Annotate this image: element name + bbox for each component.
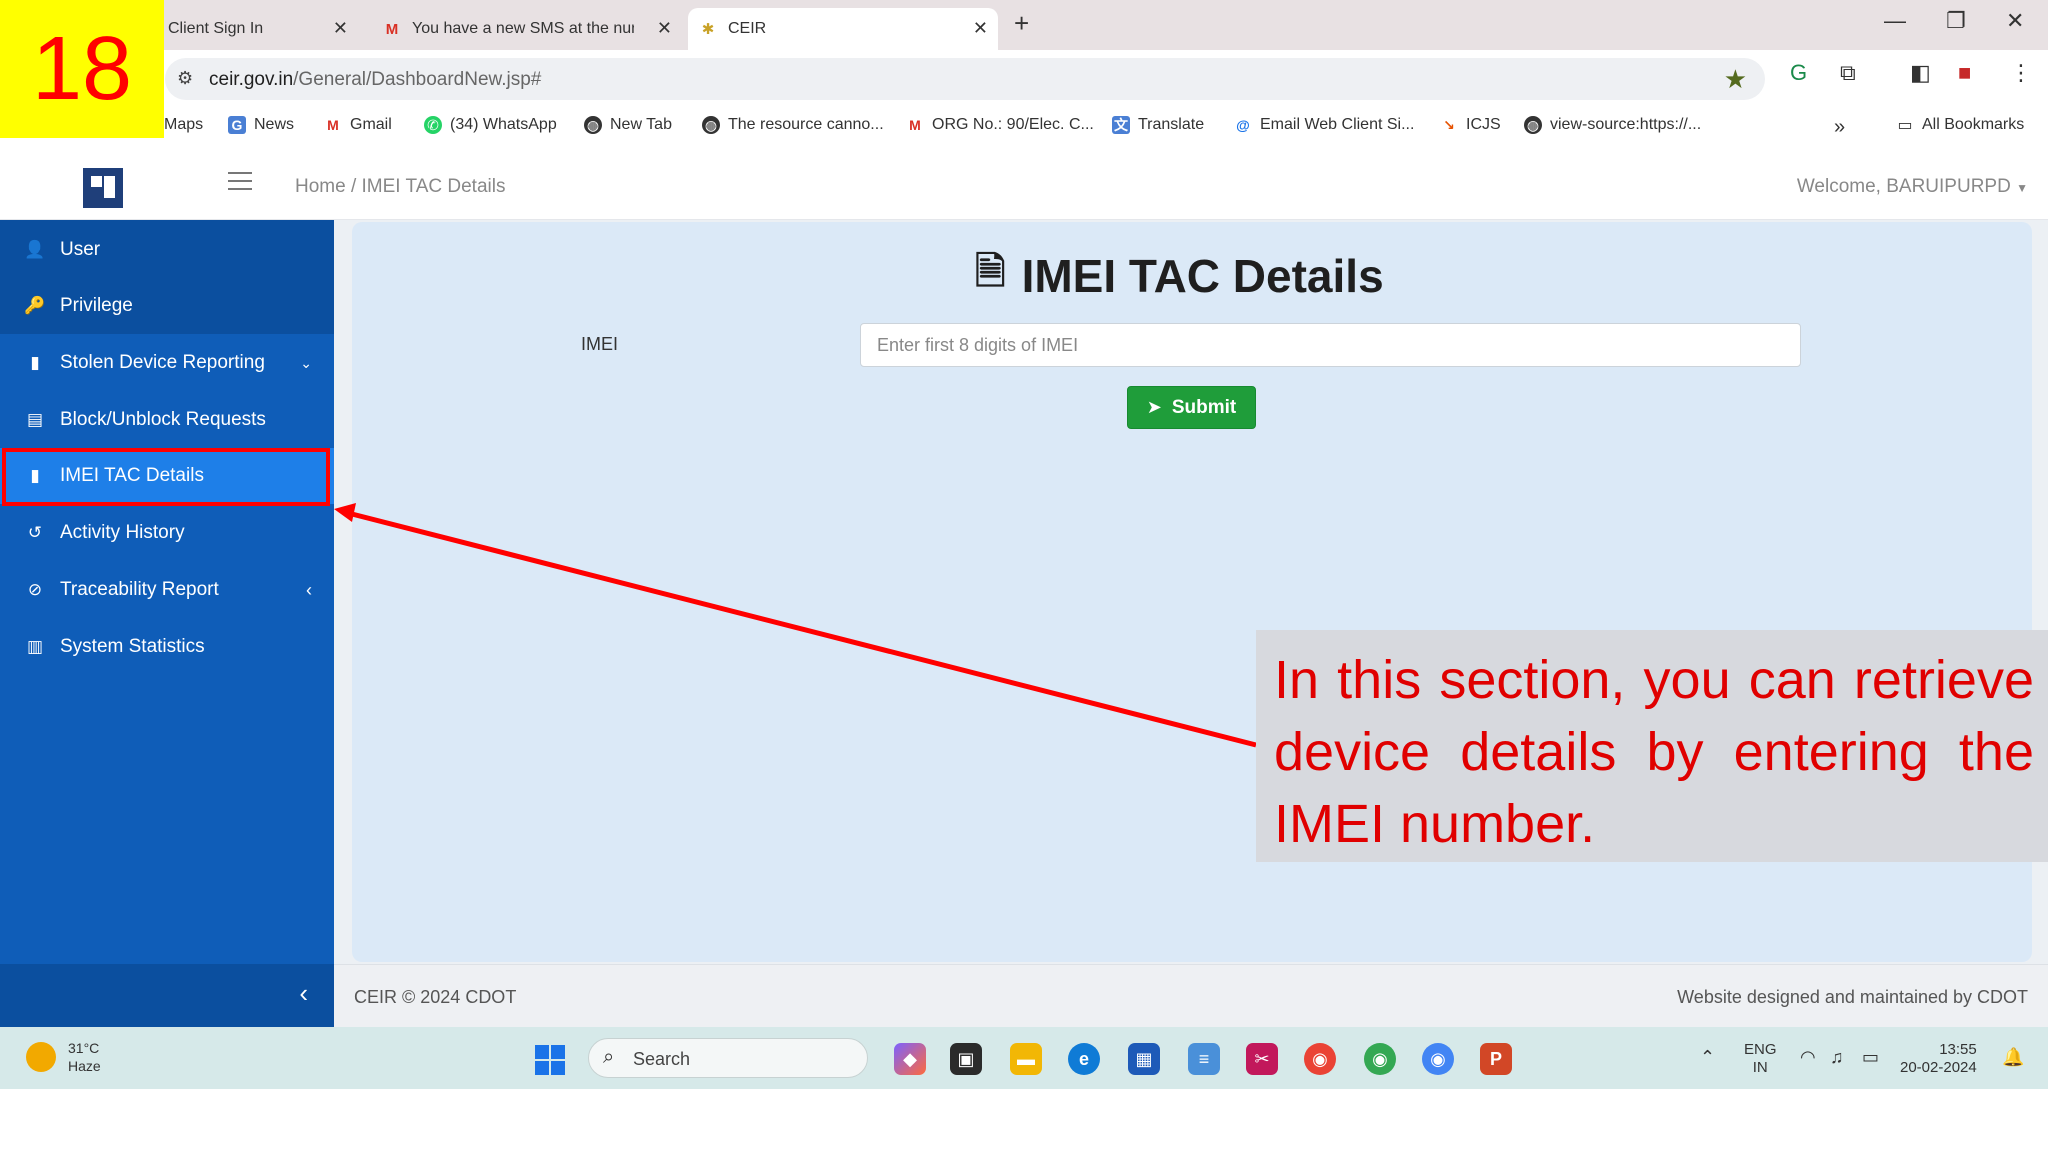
- battery-icon[interactable]: ▭: [1862, 1047, 1879, 1068]
- screenshot: Client Sign In ✕ M You have a new SMS at…: [0, 0, 2048, 1152]
- weather-text: 31°C Haze: [68, 1039, 101, 1075]
- copilot-icon[interactable]: ◆: [894, 1043, 926, 1075]
- clock[interactable]: 13:55 20-02-2024: [1900, 1041, 1977, 1077]
- time: 13:55: [1939, 1041, 1977, 1058]
- snipping-tool-icon[interactable]: ✂: [1246, 1043, 1278, 1075]
- search-icon: ⌕: [603, 1046, 615, 1068]
- tray-overflow-icon[interactable]: ⌃: [1700, 1047, 1715, 1068]
- task-view-icon[interactable]: ▣: [950, 1043, 982, 1075]
- temperature: 31°C: [68, 1040, 100, 1056]
- windows-taskbar: 31°C Haze ⌕ Search ◆ ▣ ▬ e ▦ ≡ ✂ ◉ ◉ ◉ P …: [0, 1027, 2048, 1089]
- lang-line1: ENG: [1744, 1041, 1777, 1058]
- footer-copyright: CEIR © 2024 CDOT: [354, 987, 517, 1007]
- language-indicator[interactable]: ENG IN: [1744, 1041, 1777, 1077]
- volume-icon[interactable]: ♫: [1830, 1047, 1844, 1068]
- sun-icon: [26, 1042, 56, 1072]
- edge-icon[interactable]: e: [1068, 1043, 1100, 1075]
- date: 20-02-2024: [1900, 1059, 1977, 1076]
- powerpoint-icon[interactable]: P: [1480, 1043, 1512, 1075]
- file-explorer-icon[interactable]: ▬: [1010, 1043, 1042, 1075]
- weather-widget[interactable]: 31°C Haze: [26, 1039, 101, 1075]
- windows-start-icon[interactable]: [535, 1045, 565, 1075]
- chrome-icon[interactable]: ◉: [1304, 1043, 1336, 1075]
- footer-credit: Website designed and maintained by CDOT: [1677, 987, 2028, 1007]
- notepad-icon[interactable]: ≡: [1188, 1043, 1220, 1075]
- annotation-arrow-line: [347, 510, 1257, 748]
- taskbar-search[interactable]: ⌕ Search: [588, 1038, 868, 1078]
- chrome-profile-icon[interactable]: ◉: [1364, 1043, 1396, 1075]
- annotation-callout: In this section, you can retrieve device…: [1256, 630, 2048, 862]
- weather-condition: Haze: [68, 1058, 101, 1074]
- wifi-icon[interactable]: ◠: [1800, 1047, 1816, 1068]
- lang-line2: IN: [1752, 1059, 1768, 1076]
- annotation-arrow-head: [334, 503, 356, 522]
- notification-bell-icon[interactable]: 🔔: [2002, 1047, 2024, 1068]
- search-label: Search: [633, 1049, 691, 1069]
- app-footer: CEIR © 2024 CDOT Website designed and ma…: [334, 964, 2048, 1027]
- chrome-profile-2-icon[interactable]: ◉: [1422, 1043, 1454, 1075]
- store-icon[interactable]: ▦: [1128, 1043, 1160, 1075]
